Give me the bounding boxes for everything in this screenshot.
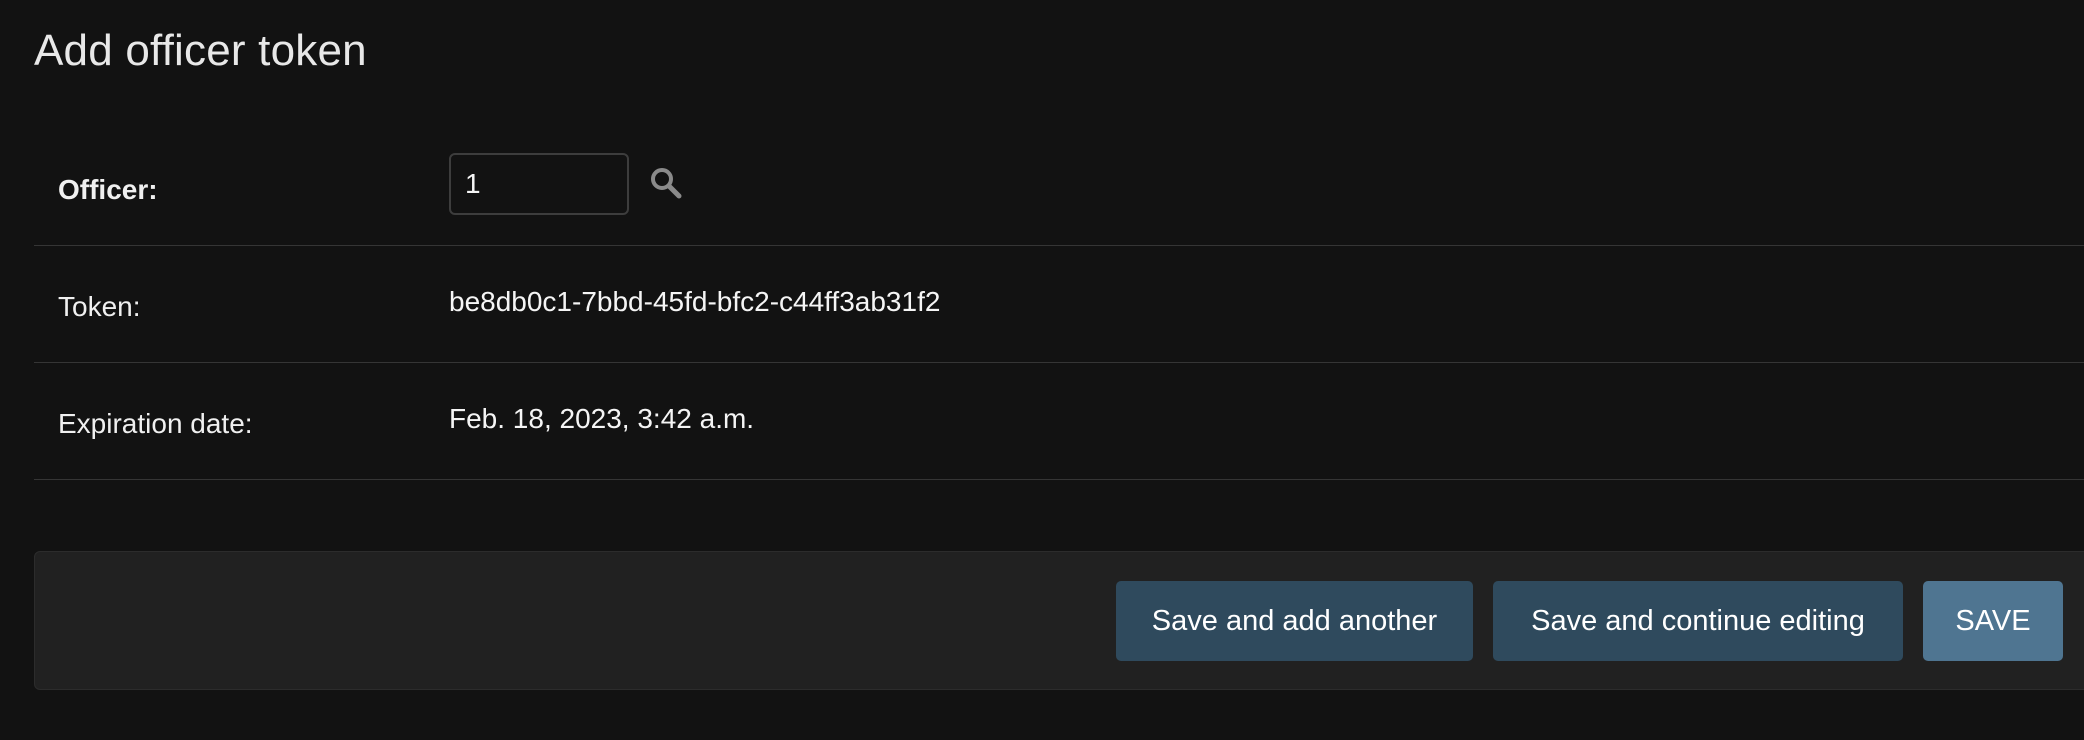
search-icon[interactable] bbox=[648, 165, 684, 201]
token-value: be8db0c1-7bbd-45fd-bfc2-c44ff3ab31f2 bbox=[449, 286, 941, 317]
officer-token-form: Officer: Token: be8db0c1-7bbd-45fd-bfc2-… bbox=[34, 129, 2084, 480]
submit-row: Save and add another Save and continue e… bbox=[34, 551, 2084, 690]
expiration-date-label: Expiration date: bbox=[58, 408, 253, 439]
officer-field[interactable] bbox=[449, 153, 629, 215]
page-title: Add officer token bbox=[34, 26, 367, 75]
save-button[interactable]: SAVE bbox=[1923, 581, 2063, 661]
officer-label: Officer: bbox=[58, 174, 158, 205]
token-label: Token: bbox=[58, 291, 141, 322]
form-row-expiration-date: Expiration date: Feb. 18, 2023, 3:42 a.m… bbox=[34, 363, 2084, 480]
expiration-date-value: Feb. 18, 2023, 3:42 a.m. bbox=[449, 403, 755, 434]
form-row-token: Token: be8db0c1-7bbd-45fd-bfc2-c44ff3ab3… bbox=[34, 246, 2084, 363]
save-and-add-another-button[interactable]: Save and add another bbox=[1116, 581, 1473, 661]
save-and-continue-editing-button[interactable]: Save and continue editing bbox=[1493, 581, 1903, 661]
form-row-officer: Officer: bbox=[34, 129, 2084, 246]
